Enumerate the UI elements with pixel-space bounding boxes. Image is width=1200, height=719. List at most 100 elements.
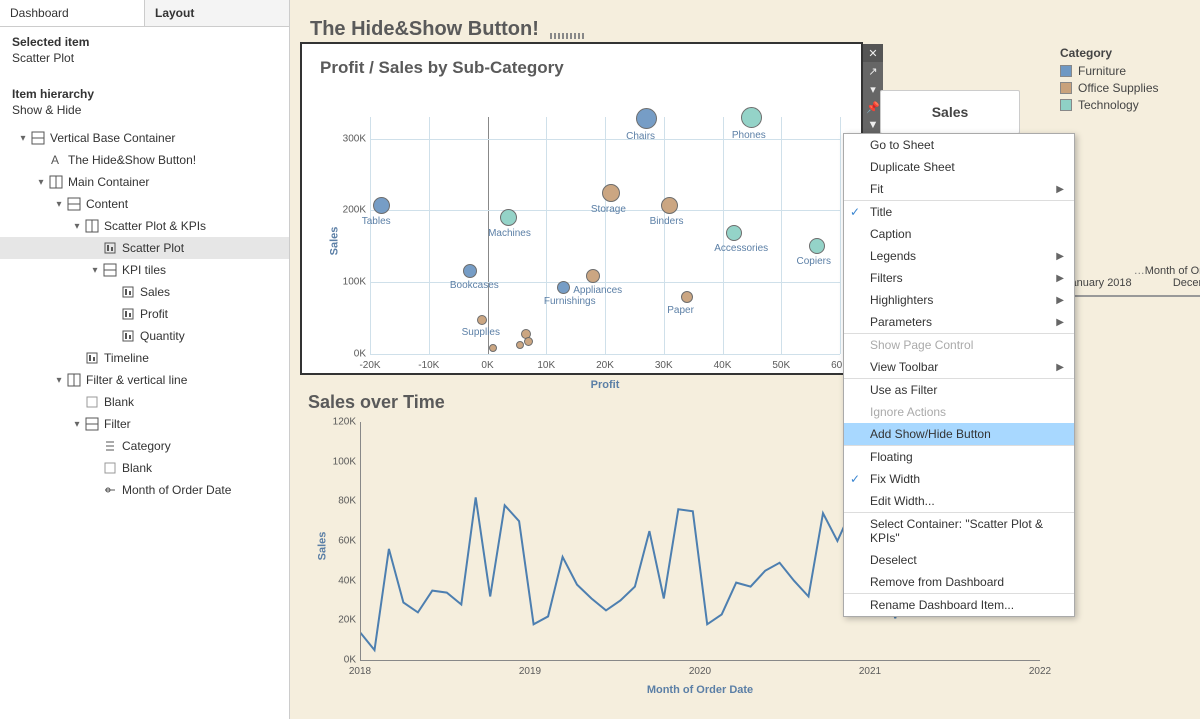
- scatter-point[interactable]: [602, 184, 620, 202]
- tree-row[interactable]: Scatter Plot: [0, 237, 289, 259]
- scatter-point[interactable]: [809, 238, 825, 254]
- tree-row[interactable]: Quantity: [0, 325, 289, 347]
- tree-twisty-icon[interactable]: ▾: [88, 265, 102, 276]
- tree-twisty-icon[interactable]: ▾: [52, 199, 66, 210]
- container-grip[interactable]: [550, 33, 586, 39]
- tree-label: Blank: [104, 395, 134, 409]
- tile-close-icon[interactable]: ✕: [863, 44, 883, 62]
- scatter-point-label: Binders: [650, 216, 684, 227]
- tree-row[interactable]: ▾ Filter & vertical line: [0, 369, 289, 391]
- tree-label: Filter & vertical line: [86, 373, 187, 387]
- scatter-point[interactable]: [463, 264, 477, 278]
- submenu-arrow-icon: ▶: [1056, 251, 1064, 262]
- context-menu-item[interactable]: Add Show/Hide Button: [844, 423, 1074, 446]
- context-menu-item[interactable]: Select Container: "Scatter Plot & KPIs": [844, 513, 1074, 549]
- scatter-point[interactable]: [741, 107, 762, 128]
- scatter-point[interactable]: [489, 344, 497, 352]
- scatter-point[interactable]: [516, 341, 524, 349]
- context-menu-label: Filters: [870, 271, 903, 285]
- selected-item-value: Scatter Plot: [0, 51, 289, 73]
- scatter-point[interactable]: [681, 291, 693, 303]
- tree-label: Main Container: [68, 175, 149, 189]
- tree-row[interactable]: ▾KPI tiles: [0, 259, 289, 281]
- tree-row[interactable]: Blank: [0, 457, 289, 479]
- context-menu-item[interactable]: Parameters▶: [844, 311, 1074, 334]
- tree-row[interactable]: ▾Filter: [0, 413, 289, 435]
- context-menu-label: Ignore Actions: [870, 405, 946, 419]
- tree-twisty-icon[interactable]: ▾: [16, 133, 30, 144]
- scatter-point-label: Paper: [667, 305, 694, 316]
- tree-row[interactable]: Timeline: [0, 347, 289, 369]
- context-menu-label: Remove from Dashboard: [870, 575, 1004, 589]
- y-tick-label: 100K: [334, 277, 366, 288]
- scatter-point[interactable]: [477, 315, 487, 325]
- tree-twisty-icon[interactable]: ▾: [70, 419, 84, 430]
- scatter-point[interactable]: [500, 209, 517, 226]
- context-menu-label: Select Container: "Scatter Plot & KPIs": [870, 517, 1064, 545]
- legend-item[interactable]: Office Supplies: [1060, 81, 1159, 95]
- legend-item[interactable]: Furniture: [1060, 64, 1159, 78]
- tree-row[interactable]: Sales: [0, 281, 289, 303]
- context-menu-item[interactable]: Caption: [844, 223, 1074, 245]
- scatter-point-label: Chairs: [626, 131, 655, 142]
- tree-type-icon: [102, 460, 118, 476]
- tree-row[interactable]: Month of Order Date: [0, 479, 289, 501]
- tile-goto-icon[interactable]: ↗: [863, 62, 883, 80]
- context-menu-label: Parameters: [870, 315, 932, 329]
- context-menu-item[interactable]: Remove from Dashboard: [844, 571, 1074, 594]
- tree-row[interactable]: Blank: [0, 391, 289, 413]
- tree-twisty-icon[interactable]: ▾: [34, 177, 48, 188]
- tree-row[interactable]: Category: [0, 435, 289, 457]
- scatter-point-label: Supplies: [462, 327, 500, 338]
- context-menu-item[interactable]: Edit Width...: [844, 490, 1074, 513]
- tree-row[interactable]: ▾Scatter Plot & KPIs: [0, 215, 289, 237]
- context-menu-item[interactable]: Legends▶: [844, 245, 1074, 267]
- context-menu-item[interactable]: Floating: [844, 446, 1074, 468]
- order-date-label: …Month of Order Date: [1065, 265, 1200, 277]
- order-date-filter[interactable]: …Month of Order Date January 2018 Decemb…: [1065, 265, 1200, 297]
- tree-type-icon: A: [48, 152, 64, 168]
- order-date-from: January 2018: [1065, 277, 1132, 289]
- context-menu-item[interactable]: View Toolbar▶: [844, 356, 1074, 379]
- scatter-point-label: Tables: [362, 216, 391, 227]
- tree-row[interactable]: Profit: [0, 303, 289, 325]
- legend-label: Technology: [1078, 98, 1139, 112]
- tree-row[interactable]: ▾Vertical Base Container: [0, 127, 289, 149]
- tree-label: Content: [86, 197, 128, 211]
- timeline-y-axis: [360, 422, 361, 660]
- context-menu-item[interactable]: Use as Filter: [844, 379, 1074, 401]
- context-menu-item[interactable]: Highlighters▶: [844, 289, 1074, 311]
- context-menu-item[interactable]: Go to Sheet: [844, 134, 1074, 156]
- x-tick-label: 0K: [481, 360, 493, 371]
- tab-layout[interactable]: Layout: [145, 0, 289, 26]
- context-menu-item[interactable]: Duplicate Sheet: [844, 156, 1074, 178]
- context-menu-item[interactable]: Rename Dashboard Item...: [844, 594, 1074, 616]
- scatter-point[interactable]: [726, 225, 742, 241]
- order-date-slider-track[interactable]: [1065, 295, 1200, 297]
- tree-row[interactable]: ▾ Main Container: [0, 171, 289, 193]
- scatter-point[interactable]: [524, 337, 533, 346]
- y-axis-title: Sales: [328, 227, 340, 256]
- context-menu-label: Fix Width: [870, 472, 920, 486]
- scatter-point[interactable]: [636, 108, 657, 129]
- tree-twisty-icon[interactable]: ▾: [70, 221, 84, 232]
- tree-twisty-icon[interactable]: ▾: [52, 375, 66, 386]
- scatter-point-label: Bookcases: [450, 280, 499, 291]
- context-menu-item[interactable]: ✓Fix Width: [844, 468, 1074, 490]
- scatter-point[interactable]: [373, 197, 390, 214]
- tree-row[interactable]: AThe Hide&Show Button!: [0, 149, 289, 171]
- scatter-point[interactable]: [661, 197, 678, 214]
- context-menu-item[interactable]: Filters▶: [844, 267, 1074, 289]
- tree-row[interactable]: ▾ Content: [0, 193, 289, 215]
- context-menu-label: Title: [870, 205, 892, 219]
- tree-type-icon: [102, 482, 118, 498]
- context-menu-item[interactable]: ✓Title: [844, 201, 1074, 223]
- scatter-point[interactable]: [557, 281, 570, 294]
- tree-type-icon: [120, 284, 136, 300]
- context-menu-item[interactable]: Fit▶: [844, 178, 1074, 201]
- legend-item[interactable]: Technology: [1060, 98, 1159, 112]
- context-menu-item[interactable]: Deselect: [844, 549, 1074, 571]
- scatter-plot-tile[interactable]: Profit / Sales by Sub-Category Profit Sa…: [300, 42, 863, 375]
- tab-dashboard[interactable]: Dashboard: [0, 0, 145, 26]
- kpi-sales-card[interactable]: Sales: [880, 90, 1020, 134]
